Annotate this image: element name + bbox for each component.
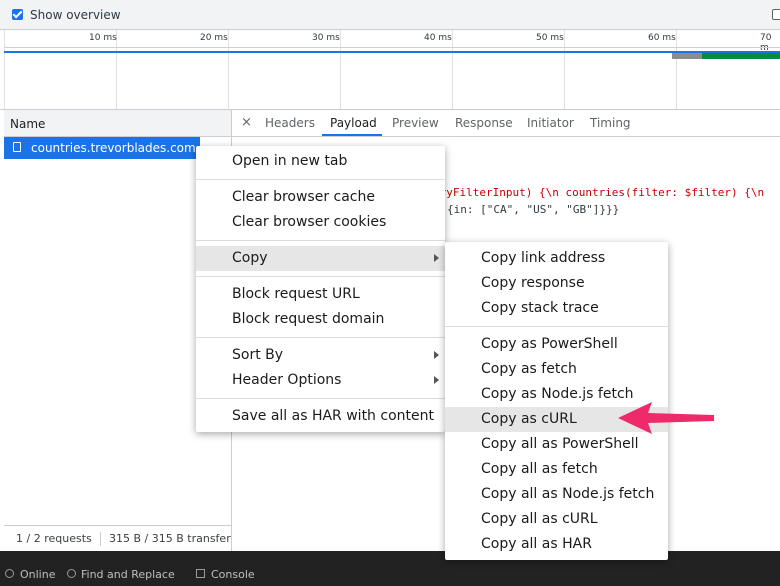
timeline-download-bar [702,53,780,59]
menu-separator [196,276,445,277]
timeline-gridline [676,30,677,109]
search-icon [67,569,76,578]
timeline-overview[interactable]: 10 ms 20 ms 30 ms 40 ms 50 ms 60 ms 70 m [0,30,780,110]
tab-timing[interactable]: Timing [590,116,631,130]
status-divider [100,532,101,546]
tab-initiator[interactable]: Initiator [527,116,574,130]
console-icon [196,569,205,578]
drawer-find-replace[interactable]: Find and Replace [81,568,175,581]
name-column-header[interactable]: Name [4,110,231,137]
menu-copy-all-as-fetch[interactable]: Copy all as fetch [445,457,668,482]
tab-payload[interactable]: Payload [330,116,377,130]
submenu-arrow-icon [434,254,439,262]
menu-copy-response[interactable]: Copy response [445,271,668,296]
timeline-tick-label: 50 ms [536,33,564,43]
menu-header-options[interactable]: Header Options [196,368,445,393]
request-row[interactable]: countries.trevorblades.com [4,137,200,159]
timeline-gridline [340,30,341,109]
requests-status-bar: 1 / 2 requests 315 B / 315 B transfer [4,525,231,552]
menu-separator [196,398,445,399]
tab-headers[interactable]: Headers [265,116,315,130]
show-overview-label[interactable]: Show overview [30,8,121,22]
menu-copy-all-as-curl[interactable]: Copy all as cURL [445,507,668,532]
tab-preview[interactable]: Preview [392,116,439,130]
payload-variables-text: {in: ["CA", "US", "GB"]}}} [447,203,620,216]
menu-separator [445,326,668,327]
timeline-tick-label: 20 ms [200,33,228,43]
tab-response[interactable]: Response [455,116,513,130]
menu-sort-by-label: Sort By [232,347,284,363]
menu-separator [196,240,445,241]
menu-copy-label: Copy [232,250,268,266]
toolbar-checkbox[interactable] [772,9,780,20]
timeline-request-bar [4,51,780,53]
menu-copy-link-address[interactable]: Copy link address [445,246,668,271]
timeline-tick-label: 10 ms [89,33,117,43]
menu-copy-all-as-har[interactable]: Copy all as HAR [445,532,668,557]
request-context-menu: Open in new tab Clear browser cache Clea… [196,146,445,432]
online-icon [5,569,14,578]
timeline-gridline [4,30,5,109]
menu-copy[interactable]: Copy [196,246,445,271]
timeline-tick-label: 60 ms [648,33,676,43]
menu-clear-cookies[interactable]: Clear browser cookies [196,210,445,235]
timeline-tick-label: 70 m [760,33,772,53]
menu-copy-stack-trace[interactable]: Copy stack trace [445,296,668,321]
request-name: countries.trevorblades.com [31,141,196,155]
menu-open-new-tab[interactable]: Open in new tab [196,149,445,174]
drawer-console[interactable]: Console [211,568,255,581]
menu-clear-cache[interactable]: Clear browser cache [196,185,445,210]
menu-save-har[interactable]: Save all as HAR with content [196,404,445,429]
overview-toolbar: Show overview [0,0,780,30]
request-count: 1 / 2 requests [16,532,92,545]
menu-separator [196,337,445,338]
show-overview-checkbox[interactable] [12,9,23,20]
menu-sort-by[interactable]: Sort By [196,343,445,368]
name-column-label: Name [10,117,46,131]
document-icon [13,142,21,152]
annotation-arrow-icon [618,402,714,434]
submenu-arrow-icon [434,351,439,359]
timeline-gridline [228,30,229,109]
payload-query-text: tryFilterInput) {\n countries(filter: $f… [433,186,765,199]
menu-block-domain[interactable]: Block request domain [196,307,445,332]
timeline-tick-label: 30 ms [312,33,340,43]
menu-header-options-label: Header Options [232,372,342,388]
timeline-ruler [4,47,780,48]
menu-copy-all-as-nodejs-fetch[interactable]: Copy all as Node.js fetch [445,482,668,507]
menu-copy-as-fetch[interactable]: Copy as fetch [445,357,668,382]
timeline-tick-label: 40 ms [424,33,452,43]
close-icon[interactable]: × [241,115,252,130]
details-tabbar: × Headers Payload Preview Response Initi… [232,110,780,137]
menu-block-url[interactable]: Block request URL [196,282,445,307]
timeline-gridline [564,30,565,109]
timeline-waiting-bar [672,53,702,59]
drawer-online[interactable]: Online [20,568,55,581]
active-tab-indicator [322,134,382,136]
submenu-arrow-icon [434,376,439,384]
timeline-gridline [452,30,453,109]
menu-copy-as-powershell[interactable]: Copy as PowerShell [445,332,668,357]
transfer-size: 315 B / 315 B transfer [109,532,231,545]
menu-separator [196,179,445,180]
